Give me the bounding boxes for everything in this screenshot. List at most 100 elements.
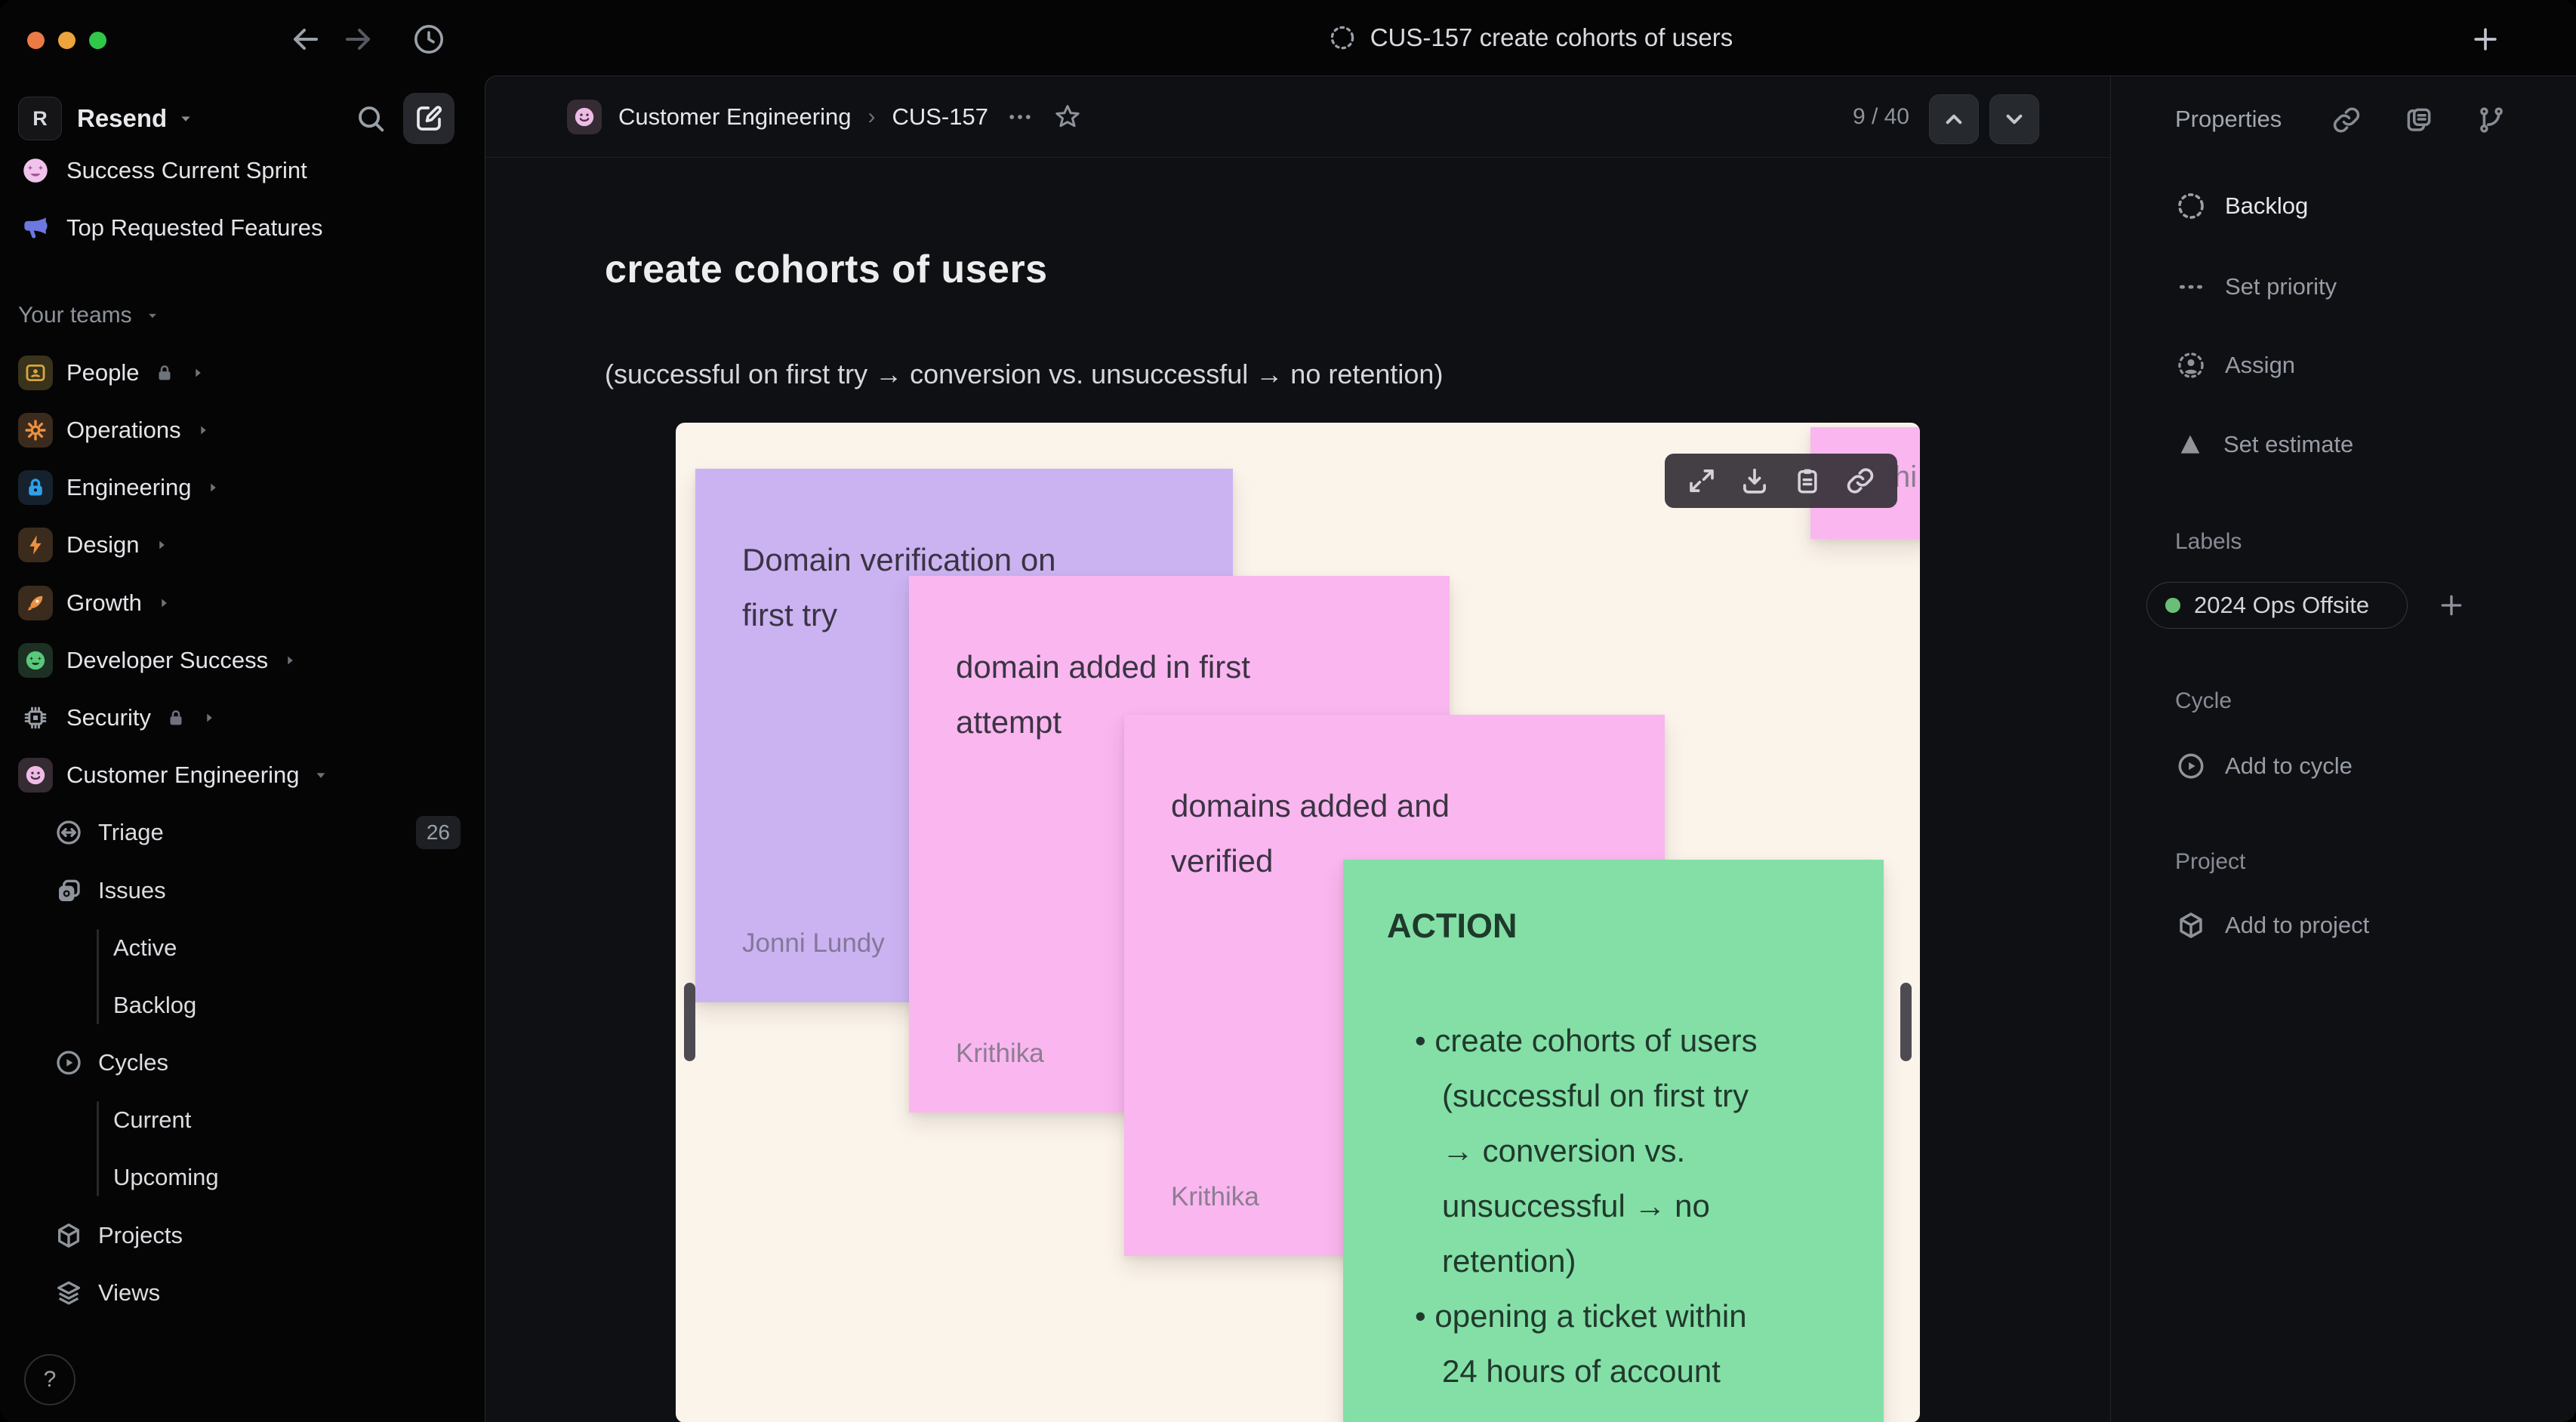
clipboard-icon — [1798, 469, 1817, 494]
new-tab-button[interactable] — [2469, 23, 2505, 59]
status-selector[interactable]: Backlog — [2175, 181, 2308, 231]
label-2024-ops-offsite[interactable]: 2024 Ops Offsite — [2146, 582, 2408, 629]
search-button[interactable] — [353, 101, 388, 136]
people-team-icon — [18, 356, 53, 390]
whiteboard-image[interactable]: Domain verification on first try Jonni L… — [676, 423, 1920, 1422]
image-resize-handle-right[interactable] — [1900, 983, 1912, 1061]
sidebar-item-success-current-sprint[interactable]: Success Current Sprint — [18, 146, 467, 195]
sidebar-team-people[interactable]: People — [18, 348, 467, 398]
history-button[interactable] — [411, 21, 447, 57]
link-icon — [2333, 107, 2360, 133]
megaphone-icon — [18, 211, 53, 245]
sprint-face-icon — [18, 153, 53, 188]
sidebar-item-views[interactable]: Views — [18, 1268, 467, 1318]
git-branch-button[interactable] — [2476, 104, 2507, 136]
issues-icon — [51, 876, 86, 906]
lock-icon — [153, 362, 176, 384]
labels-section-header: Labels — [2175, 529, 2242, 554]
note-author: Krithika — [1171, 1182, 1259, 1211]
breadcrumb-issue-id[interactable]: CUS-157 — [892, 103, 988, 131]
add-label-button[interactable] — [2436, 590, 2467, 620]
priority-selector[interactable]: Set priority — [2175, 262, 2337, 312]
sidebar-item-label: Cycles — [98, 1049, 169, 1076]
issue-document: create cohorts of users (successful on f… — [485, 158, 2111, 1422]
properties-header: Properties — [2175, 106, 2282, 132]
star-icon — [1055, 105, 1080, 128]
sidebar-team-security[interactable]: Security — [18, 693, 467, 743]
new-issue-button[interactable] — [403, 93, 454, 144]
estimate-icon — [2180, 435, 2200, 454]
titlebar-issue-title: CUS-157 create cohorts of users — [485, 0, 2576, 75]
assignee-selector[interactable]: Assign — [2175, 340, 2295, 390]
download-image-button[interactable] — [1739, 465, 1770, 497]
sidebar-team-design[interactable]: Design — [18, 520, 467, 570]
back-button[interactable] — [288, 21, 324, 57]
sidebar-team-developer-success[interactable]: Developer Success — [18, 636, 467, 685]
sidebar-item-issues[interactable]: Issues — [18, 866, 467, 916]
chevron-down-icon — [2006, 114, 2023, 125]
sidebar-item-current[interactable]: Current — [18, 1095, 467, 1145]
next-issue-button[interactable] — [1989, 94, 2039, 144]
design-team-icon — [18, 528, 53, 562]
sidebar-item-projects[interactable]: Projects — [18, 1211, 467, 1260]
issue-description[interactable]: (successful on first try → conversion vs… — [605, 359, 1443, 390]
sidebar-team-engineering[interactable]: Engineering — [18, 463, 467, 512]
sidebar-team-operations[interactable]: Operations — [18, 405, 467, 455]
copy-issue-id-button[interactable] — [2403, 104, 2435, 136]
previous-issue-button[interactable] — [1929, 94, 1979, 144]
window-minimize-button[interactable] — [58, 32, 75, 49]
window-zoom-button[interactable] — [89, 32, 106, 49]
workspace-switcher[interactable]: R Resend — [18, 93, 467, 144]
sidebar-item-backlog[interactable]: Backlog — [18, 980, 467, 1030]
add-to-project-label: Add to project — [2225, 912, 2370, 938]
ellipsis-icon — [1009, 115, 1031, 119]
projects-icon — [51, 1220, 86, 1251]
sidebar-item-triage[interactable]: Triage 26 — [18, 808, 467, 857]
sidebar-item-upcoming[interactable]: Upcoming — [18, 1153, 467, 1202]
image-resize-handle-left[interactable] — [684, 983, 695, 1061]
sidebar-item-label: Growth — [66, 589, 142, 616]
note-author: Jonni Lundy — [742, 928, 885, 958]
window-close-button[interactable] — [27, 32, 45, 49]
sidebar-item-label: Projects — [98, 1222, 183, 1248]
label-color-dot — [2165, 598, 2180, 613]
forward-button[interactable] — [340, 21, 376, 57]
expand-image-button[interactable] — [1686, 465, 1718, 497]
image-toolbar — [1665, 454, 1897, 508]
note-author: Krithika — [956, 1039, 1044, 1068]
action-note-bullets: • create cohorts of users (successful on… — [1415, 1023, 1758, 1389]
breadcrumb: Customer Engineering › CUS-157 — [567, 76, 1083, 158]
download-icon — [1743, 468, 1766, 494]
favorite-button[interactable] — [1052, 101, 1083, 133]
customer-engineering-team-icon — [18, 758, 53, 793]
workspace-name: Resend — [77, 104, 168, 132]
link-icon — [1847, 468, 1874, 494]
operations-team-icon — [18, 413, 53, 448]
copy-image-button[interactable] — [1792, 465, 1823, 497]
clock-icon — [414, 24, 444, 54]
issue-title[interactable]: create cohorts of users — [605, 247, 1048, 292]
sidebar-item-cycles[interactable]: Cycles — [18, 1038, 467, 1088]
sidebar-item-top-requested-features[interactable]: Top Requested Features — [18, 203, 467, 253]
copy-link-button[interactable] — [1844, 465, 1876, 497]
add-to-project-button[interactable]: Add to project — [2175, 900, 2369, 950]
estimate-selector[interactable]: Set estimate — [2175, 420, 2353, 469]
issue-position-counter: 9 / 40 — [1852, 104, 1909, 129]
sidebar-item-label: Active — [113, 934, 177, 961]
developer-success-team-icon — [18, 643, 53, 678]
sidebar-item-label: Success Current Sprint — [66, 157, 307, 183]
sidebar-item-label: Developer Success — [66, 647, 269, 673]
assign-user-icon — [2178, 352, 2204, 378]
sidebar-team-customer-engineering[interactable]: Customer Engineering — [18, 750, 467, 800]
sidebar-item-active[interactable]: Active — [18, 923, 467, 973]
breadcrumb-team[interactable]: Customer Engineering — [618, 103, 851, 131]
copy-issue-link-button[interactable] — [2331, 104, 2362, 136]
your-teams-section-header[interactable]: Your teams — [18, 295, 467, 336]
back-arrow-icon — [294, 29, 318, 50]
add-to-cycle-button[interactable]: Add to cycle — [2175, 741, 2353, 791]
sidebar-item-label: People — [66, 359, 140, 386]
help-button[interactable]: ? — [24, 1354, 75, 1405]
more-options-button[interactable] — [1005, 102, 1035, 132]
sidebar-team-growth[interactable]: Growth — [18, 578, 467, 628]
cycles-icon — [51, 1048, 86, 1078]
